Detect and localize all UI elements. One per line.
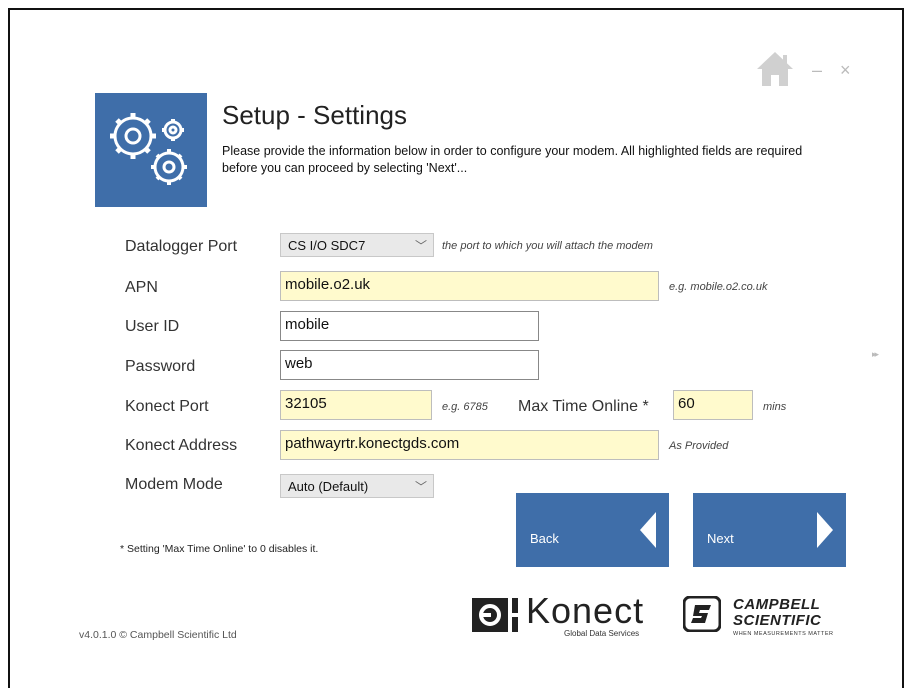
settings-gears-logo bbox=[95, 93, 207, 207]
arrow-left-icon bbox=[640, 512, 656, 548]
modem-mode-label: Modem Mode bbox=[125, 476, 223, 493]
campbell-line2: SCIENTIFIC bbox=[733, 612, 822, 629]
apn-label: APN bbox=[125, 279, 158, 296]
next-button[interactable]: Next bbox=[693, 493, 846, 567]
minimize-button[interactable]: – bbox=[812, 60, 822, 81]
back-button-label: Back bbox=[530, 531, 559, 546]
konect-address-field[interactable]: pathwayrtr.konectgds.com bbox=[280, 430, 659, 460]
datalogger-port-hint: the port to which you will attach the mo… bbox=[442, 240, 653, 252]
konect-mark-icon bbox=[472, 598, 518, 632]
max-time-online-field[interactable]: 60 bbox=[673, 390, 753, 420]
back-button[interactable]: Back bbox=[516, 493, 669, 567]
chevron-down-icon: ﹀ bbox=[414, 480, 427, 494]
max-time-note: * Setting 'Max Time Online' to 0 disable… bbox=[120, 543, 319, 555]
apn-hint: e.g. mobile.o2.co.uk bbox=[669, 281, 768, 293]
campbell-line1: CAMPBELL bbox=[733, 596, 821, 613]
user-id-label: User ID bbox=[125, 318, 180, 335]
max-time-online-unit: mins bbox=[763, 401, 787, 413]
campbell-scientific-logo: CAMPBELL SCIENTIFIC WHEN MEASUREMENTS MA… bbox=[683, 594, 858, 642]
konect-port-label: Konect Port bbox=[125, 398, 209, 415]
version-text: v4.0.1.0 © Campbell Scientific Ltd bbox=[79, 629, 237, 641]
page-title: Setup - Settings bbox=[222, 100, 407, 130]
datalogger-port-select[interactable]: CS I/O SDC7 ﹀ bbox=[280, 233, 434, 257]
campbell-mark-icon bbox=[683, 596, 721, 632]
max-time-online-label: Max Time Online * bbox=[518, 398, 649, 415]
gears-icon bbox=[110, 113, 187, 185]
modem-mode-select[interactable]: Auto (Default) ﹀ bbox=[280, 474, 434, 498]
konect-logo: Konect Global Data Services bbox=[472, 590, 657, 640]
page-instructions: Please provide the information below in … bbox=[222, 144, 803, 175]
konect-logo-text: Konect bbox=[526, 590, 645, 631]
expand-arrow-icon[interactable]: ▸▸ bbox=[872, 349, 879, 360]
next-button-label: Next bbox=[707, 531, 734, 546]
home-icon[interactable] bbox=[755, 50, 795, 88]
arrow-right-icon bbox=[817, 512, 833, 548]
user-id-field[interactable]: mobile bbox=[280, 311, 539, 341]
password-field[interactable]: web bbox=[280, 350, 539, 380]
konect-address-label: Konect Address bbox=[125, 437, 238, 454]
modem-mode-value: Auto (Default) bbox=[288, 479, 369, 494]
konect-address-hint: As Provided bbox=[669, 440, 729, 452]
konect-port-hint: e.g. 6785 bbox=[442, 401, 488, 413]
datalogger-port-value: CS I/O SDC7 bbox=[288, 238, 366, 253]
campbell-tagline: WHEN MEASUREMENTS MATTER bbox=[733, 631, 834, 637]
konect-tagline: Global Data Services bbox=[564, 629, 640, 638]
close-button[interactable]: × bbox=[840, 60, 851, 81]
apn-field[interactable]: mobile.o2.uk bbox=[280, 271, 659, 301]
password-label: Password bbox=[125, 358, 196, 375]
konect-port-field[interactable]: 32105 bbox=[280, 390, 432, 420]
chevron-down-icon: ﹀ bbox=[414, 239, 427, 253]
datalogger-port-label: Datalogger Port bbox=[125, 238, 238, 255]
